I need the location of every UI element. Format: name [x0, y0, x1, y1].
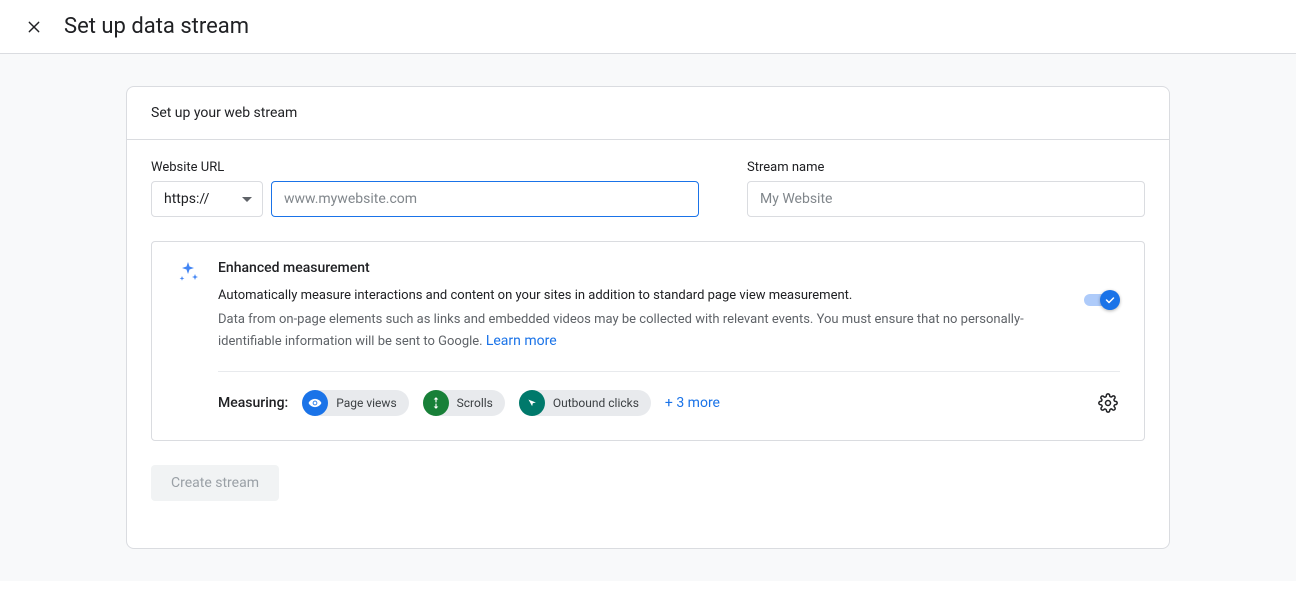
measuring-label: Measuring: — [218, 395, 288, 411]
check-icon — [1104, 294, 1116, 306]
website-url-label: Website URL — [151, 160, 699, 175]
website-url-input[interactable] — [271, 181, 699, 217]
chip-scrolls: Scrolls — [423, 390, 505, 416]
gear-icon — [1098, 393, 1118, 413]
enhanced-measurement-panel: Enhanced measurement Automatically measu… — [151, 241, 1145, 441]
stream-setup-card: Set up your web stream Website URL https… — [126, 86, 1170, 549]
stream-name-input[interactable] — [747, 181, 1145, 217]
learn-more-link[interactable]: Learn more — [486, 333, 557, 349]
outbound-icon — [519, 390, 545, 416]
chip-page-views: Page views — [302, 390, 408, 416]
sparkle-icon — [176, 260, 200, 284]
toggle-knob — [1100, 290, 1120, 310]
protocol-value: https:// — [164, 191, 209, 207]
chip-outbound-clicks: Outbound clicks — [519, 390, 651, 416]
enhanced-title: Enhanced measurement — [218, 260, 1066, 276]
card-title: Set up your web stream — [127, 87, 1169, 140]
stream-name-label: Stream name — [747, 160, 1145, 175]
enhanced-note: Data from on-page elements such as links… — [218, 310, 1066, 354]
divider — [218, 371, 1120, 372]
page-title: Set up data stream — [64, 14, 249, 39]
close-button[interactable] — [24, 17, 44, 37]
close-icon — [26, 19, 42, 35]
more-events-link[interactable]: + 3 more — [665, 395, 720, 411]
create-stream-button[interactable]: Create stream — [151, 465, 279, 501]
eye-icon — [302, 390, 328, 416]
protocol-select[interactable]: https:// — [151, 181, 263, 217]
enhanced-desc: Automatically measure interactions and c… — [218, 286, 1066, 306]
scroll-icon — [423, 390, 449, 416]
enhanced-toggle[interactable] — [1084, 290, 1120, 310]
settings-button[interactable] — [1096, 391, 1120, 415]
